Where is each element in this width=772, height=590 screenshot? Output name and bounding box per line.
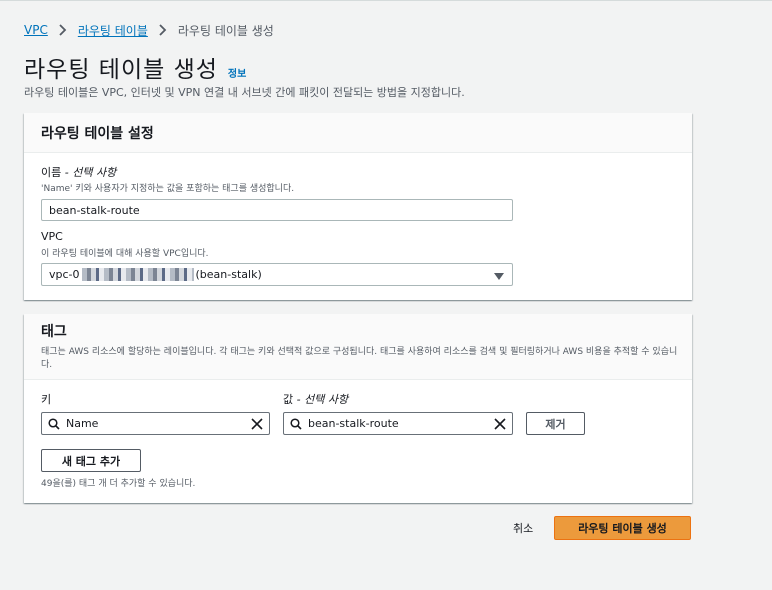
breadcrumb-current: 라우팅 테이블 생성	[177, 23, 274, 38]
name-field-label: 이름 - 선택 사항	[41, 164, 116, 180]
tags-panel-header: 태그 태그는 AWS 리소스에 할당하는 레이블입니다. 각 태그는 키와 선택…	[24, 314, 692, 380]
clear-value-icon[interactable]	[488, 417, 512, 430]
search-icon	[284, 417, 308, 430]
tags-panel-title: 태그	[41, 324, 67, 340]
breadcrumb-route-tables-link[interactable]: 라우팅 테이블	[78, 22, 148, 39]
page-title-row: 라우팅 테이블 생성 정보	[24, 50, 246, 84]
name-optional-text: - 선택 사항	[61, 166, 117, 179]
chevron-right-icon	[54, 22, 72, 38]
caret-down-icon	[494, 271, 504, 284]
page-title: 라우팅 테이블 생성	[24, 57, 218, 83]
tag-key-label: 키	[41, 393, 52, 406]
tags-panel-description: 태그는 AWS 리소스에 할당하는 레이블입니다. 각 태그는 키와 선택적 값…	[41, 347, 678, 370]
tag-value-value: bean-stalk-route	[308, 417, 399, 430]
breadcrumb-vpc-link[interactable]: VPC	[24, 23, 48, 37]
tags-panel: 태그 태그는 AWS 리소스에 할당하는 레이블입니다. 각 태그는 키와 선택…	[24, 314, 692, 503]
chevron-right-icon	[154, 22, 172, 38]
route-table-settings-panel: 라우팅 테이블 설정 이름 - 선택 사항 'Name' 키와 사용자가 지정하…	[24, 113, 692, 300]
search-icon	[42, 417, 66, 430]
redacted-vpc-id	[81, 268, 194, 281]
vpc-field-hint: 이 라우팅 테이블에 대해 사용할 VPC입니다.	[41, 249, 209, 259]
settings-panel-title: 라우팅 테이블 설정	[41, 125, 154, 142]
vpc-id-prefix: vpc-0	[49, 268, 80, 281]
vpc-name-suffix: (bean-stalk)	[195, 268, 262, 281]
vpc-select[interactable]: vpc-0 (bean-stalk)	[41, 263, 513, 286]
name-input[interactable]: bean-stalk-route	[41, 199, 513, 221]
tag-value-label-text: 값	[283, 393, 294, 406]
name-field-hint: 'Name' 키와 사용자가 지정하는 값을 포함하는 태그를 생성합니다.	[41, 184, 295, 194]
page-description: 라우팅 테이블은 VPC, 인터넷 및 VPN 연결 내 서브넷 간에 패킷이 …	[24, 86, 465, 99]
breadcrumb: VPC 라우팅 테이블 라우팅 테이블 생성	[24, 22, 274, 38]
add-tag-button[interactable]: 새 태그 추가	[41, 449, 141, 472]
info-link[interactable]: 정보	[228, 65, 246, 80]
tag-key-value: Name	[66, 417, 99, 430]
cancel-button[interactable]: 취소	[513, 520, 533, 536]
tag-value-label: 값 - 선택 사항	[283, 391, 348, 407]
tag-key-input[interactable]: Name	[41, 412, 270, 435]
tag-value-input[interactable]: bean-stalk-route	[283, 412, 513, 435]
tag-value-optional-text: - 선택 사항	[293, 393, 349, 406]
vpc-field-label: VPC	[41, 230, 63, 243]
remaining-tags-hint: 49을(를) 태그 개 더 추가할 수 있습니다.	[41, 479, 196, 489]
clear-key-icon[interactable]	[245, 417, 269, 430]
remove-tag-button[interactable]: 제거	[526, 412, 585, 435]
settings-panel-header: 라우팅 테이블 설정	[24, 113, 692, 153]
create-route-table-button[interactable]: 라우팅 테이블 생성	[554, 516, 691, 540]
name-input-value: bean-stalk-route	[49, 203, 140, 217]
top-border	[0, 0, 772, 1]
name-label-text: 이름	[41, 166, 62, 179]
